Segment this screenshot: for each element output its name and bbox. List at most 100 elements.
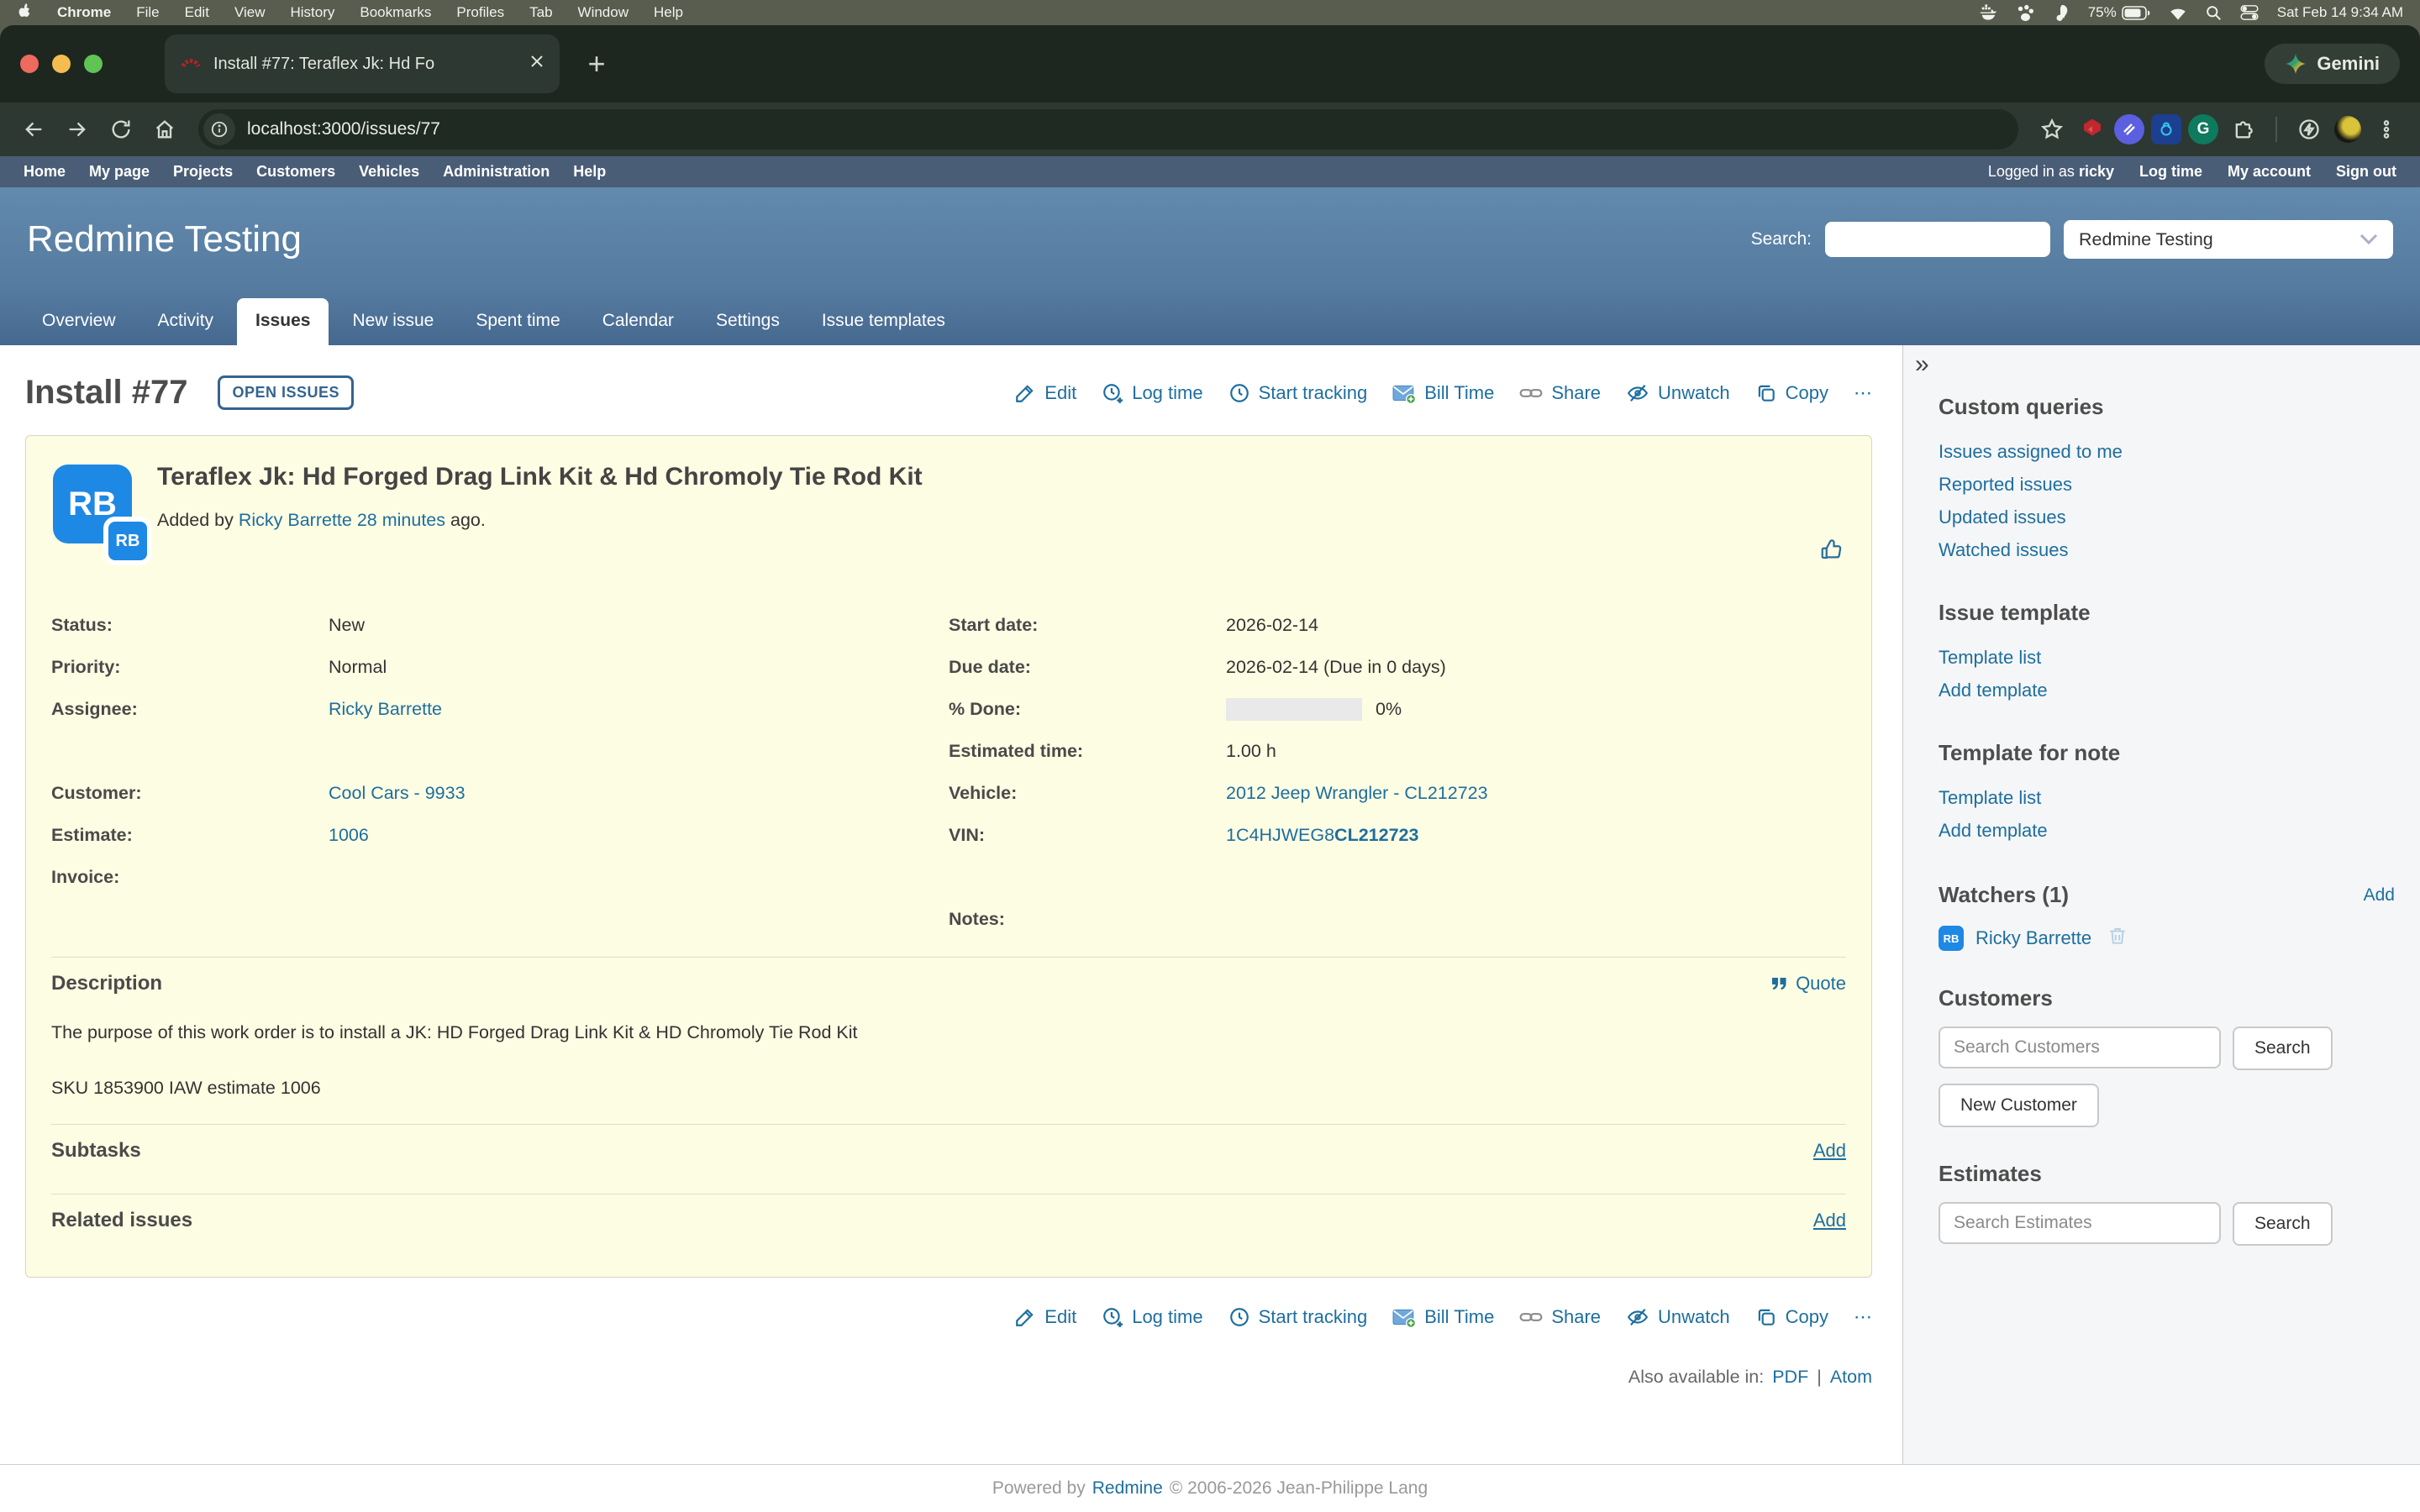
quote-button[interactable]: Quote	[1769, 973, 1846, 995]
pdf-link[interactable]: PDF	[1772, 1367, 1808, 1388]
redmine-link[interactable]: Redmine	[1092, 1478, 1163, 1499]
vehicle-link[interactable]: 2012 Jeep Wrangler - CL212723	[1226, 783, 1488, 804]
sidebar-link-note-add-template[interactable]: Add template	[1939, 814, 2395, 847]
share-button[interactable]: Share	[1519, 382, 1601, 404]
menu-item-edit[interactable]: Edit	[185, 4, 209, 21]
tab-spent-time[interactable]: Spent time	[457, 298, 578, 345]
extension-indigo-icon[interactable]	[2114, 114, 2144, 144]
customer-link[interactable]: Cool Cars - 9933	[329, 783, 466, 804]
site-info-icon[interactable]	[203, 113, 235, 145]
logged-in-user[interactable]: ricky	[2079, 163, 2114, 180]
sidebar-link-watched-issues[interactable]: Watched issues	[1939, 533, 2395, 566]
more-actions-button[interactable]: ⋯	[1854, 1306, 1872, 1328]
sidebar-link-add-template[interactable]: Add template	[1939, 674, 2395, 706]
unwatch-button[interactable]: Unwatch	[1626, 382, 1730, 404]
control-center-icon[interactable]	[2240, 5, 2259, 20]
menu-item-help[interactable]: Help	[654, 4, 683, 21]
start-tracking-button[interactable]: Start tracking	[1228, 382, 1368, 404]
add-related-issue-link[interactable]: Add	[1813, 1210, 1846, 1231]
start-tracking-button[interactable]: Start tracking	[1228, 1306, 1368, 1328]
minimize-window-button[interactable]	[52, 55, 71, 73]
browser-tab[interactable]: Install #77: Teraflex Jk: Hd Fo	[165, 34, 560, 93]
close-window-button[interactable]	[20, 55, 39, 73]
unwatch-button[interactable]: Unwatch	[1626, 1306, 1730, 1328]
vin-link[interactable]: 1C4HJWEG8CL212723	[1226, 825, 1418, 846]
tab-close-icon[interactable]	[529, 54, 544, 74]
top-menu-log-time[interactable]: Log time	[2139, 163, 2202, 181]
add-watcher-link[interactable]: Add	[2364, 885, 2395, 906]
tab-issue-templates[interactable]: Issue templates	[803, 298, 964, 345]
menu-item-tab[interactable]: Tab	[529, 4, 552, 21]
bookmark-star-icon[interactable]	[2033, 111, 2070, 148]
extension-red-icon[interactable]	[2077, 114, 2107, 144]
atom-link[interactable]: Atom	[1830, 1367, 1872, 1388]
tab-new-issue[interactable]: New issue	[334, 298, 452, 345]
new-customer-button[interactable]: New Customer	[1939, 1084, 2099, 1127]
performance-icon[interactable]	[2291, 111, 2328, 148]
top-menu-home[interactable]: Home	[24, 163, 66, 181]
added-time-link[interactable]: 28 minutes	[357, 510, 445, 530]
menu-item-file[interactable]: File	[136, 4, 159, 21]
author-link[interactable]: Ricky Barrette	[239, 510, 352, 530]
bill-time-button[interactable]: Bill Time	[1392, 382, 1494, 404]
delete-watcher-icon[interactable]	[2107, 925, 2128, 952]
search-customers-input[interactable]	[1939, 1026, 2221, 1068]
spotlight-search-icon[interactable]	[2206, 5, 2222, 21]
squirrel-icon[interactable]	[2053, 3, 2070, 22]
top-menu-my-page[interactable]: My page	[89, 163, 150, 181]
sidebar-link-updated-issues[interactable]: Updated issues	[1939, 501, 2395, 533]
tab-overview[interactable]: Overview	[24, 298, 134, 345]
top-menu-sign-out[interactable]: Sign out	[2336, 163, 2396, 181]
bill-time-button[interactable]: Bill Time	[1392, 1306, 1494, 1328]
open-issues-badge[interactable]: OPEN ISSUES	[218, 375, 354, 410]
sidebar-collapse-button[interactable]: »	[1915, 350, 1929, 379]
search-estimates-input[interactable]	[1939, 1202, 2221, 1244]
search-estimates-button[interactable]: Search	[2233, 1202, 2333, 1246]
estimate-link[interactable]: 1006	[329, 825, 369, 846]
sidebar-link-template-list[interactable]: Template list	[1939, 641, 2395, 674]
reload-icon[interactable]	[103, 111, 139, 148]
top-menu-vehicles[interactable]: Vehicles	[359, 163, 419, 181]
menu-item-profiles[interactable]: Profiles	[456, 4, 504, 21]
battery-indicator[interactable]: 75%	[2088, 4, 2150, 21]
new-tab-button[interactable]: +	[576, 44, 617, 84]
grammarly-icon[interactable]: G	[2188, 114, 2218, 144]
menu-item-window[interactable]: Window	[578, 4, 629, 21]
extensions-puzzle-icon[interactable]	[2225, 111, 2262, 148]
menu-item-view[interactable]: View	[234, 4, 266, 21]
top-menu-projects[interactable]: Projects	[173, 163, 233, 181]
copy-button[interactable]: Copy	[1755, 1306, 1828, 1328]
sidebar-link-issues-assigned-to-me[interactable]: Issues assigned to me	[1939, 435, 2395, 468]
back-icon[interactable]	[15, 111, 52, 148]
menu-bar-clock[interactable]: Sat Feb 14 9:34 AM	[2277, 4, 2403, 21]
menu-item-history[interactable]: History	[290, 4, 334, 21]
profile-avatar[interactable]	[2334, 116, 2361, 143]
log-time-button[interactable]: Log time	[1102, 382, 1202, 404]
home-icon[interactable]	[146, 111, 183, 148]
watcher-name-link[interactable]: Ricky Barrette	[1975, 927, 2091, 949]
gemini-button[interactable]: Gemini	[2265, 44, 2400, 84]
top-menu-administration[interactable]: Administration	[443, 163, 550, 181]
top-menu-my-account[interactable]: My account	[2228, 163, 2311, 181]
menu-item-bookmarks[interactable]: Bookmarks	[360, 4, 431, 21]
sidebar-link-note-template-list[interactable]: Template list	[1939, 781, 2395, 814]
tab-settings[interactable]: Settings	[697, 298, 798, 345]
edit-button[interactable]: Edit	[1014, 1306, 1076, 1328]
zoom-window-button[interactable]	[84, 55, 103, 73]
paw-icon[interactable]	[2016, 4, 2034, 21]
more-actions-button[interactable]: ⋯	[1854, 382, 1872, 404]
apple-icon[interactable]	[17, 2, 32, 24]
search-input[interactable]	[1825, 222, 2050, 257]
add-subtask-link[interactable]: Add	[1813, 1140, 1846, 1162]
wifi-icon[interactable]	[2169, 6, 2187, 20]
address-bar[interactable]: localhost:3000/issues/77	[198, 109, 2018, 150]
tab-issues[interactable]: Issues	[237, 298, 329, 345]
top-menu-customers[interactable]: Customers	[256, 163, 335, 181]
copy-button[interactable]: Copy	[1755, 382, 1828, 404]
kebab-menu-icon[interactable]	[2368, 111, 2405, 148]
tab-activity[interactable]: Activity	[139, 298, 233, 345]
tab-calendar[interactable]: Calendar	[584, 298, 692, 345]
sidebar-link-reported-issues[interactable]: Reported issues	[1939, 468, 2395, 501]
top-menu-help[interactable]: Help	[573, 163, 606, 181]
share-button[interactable]: Share	[1519, 1306, 1601, 1328]
